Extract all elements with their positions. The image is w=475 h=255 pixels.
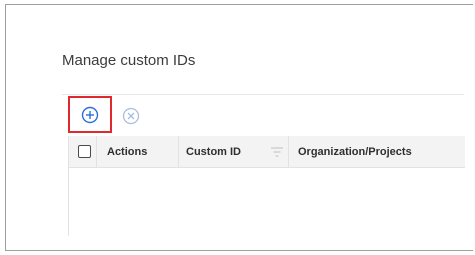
custom-ids-table: Actions Custom ID Organization/Projects bbox=[68, 136, 465, 236]
section-title: Manage custom IDs bbox=[62, 52, 196, 69]
table-header: Actions Custom ID Organization/Projects bbox=[69, 136, 465, 168]
column-header-actions: Actions bbox=[97, 136, 179, 168]
table-body bbox=[69, 168, 465, 236]
column-header-organization-projects: Organization/Projects bbox=[298, 146, 412, 158]
x-circle-icon bbox=[122, 107, 140, 125]
column-header-select bbox=[69, 136, 97, 168]
add-custom-id-button[interactable] bbox=[68, 96, 112, 133]
divider bbox=[62, 94, 464, 95]
plus-circle-icon bbox=[81, 106, 99, 123]
remove-custom-id-button[interactable] bbox=[121, 106, 141, 126]
column-header-custom-id[interactable]: Custom ID bbox=[179, 136, 289, 168]
filter-icon[interactable] bbox=[270, 146, 284, 158]
column-header-custom-id-label: Custom ID bbox=[186, 146, 241, 158]
select-all-checkbox[interactable] bbox=[78, 145, 91, 158]
